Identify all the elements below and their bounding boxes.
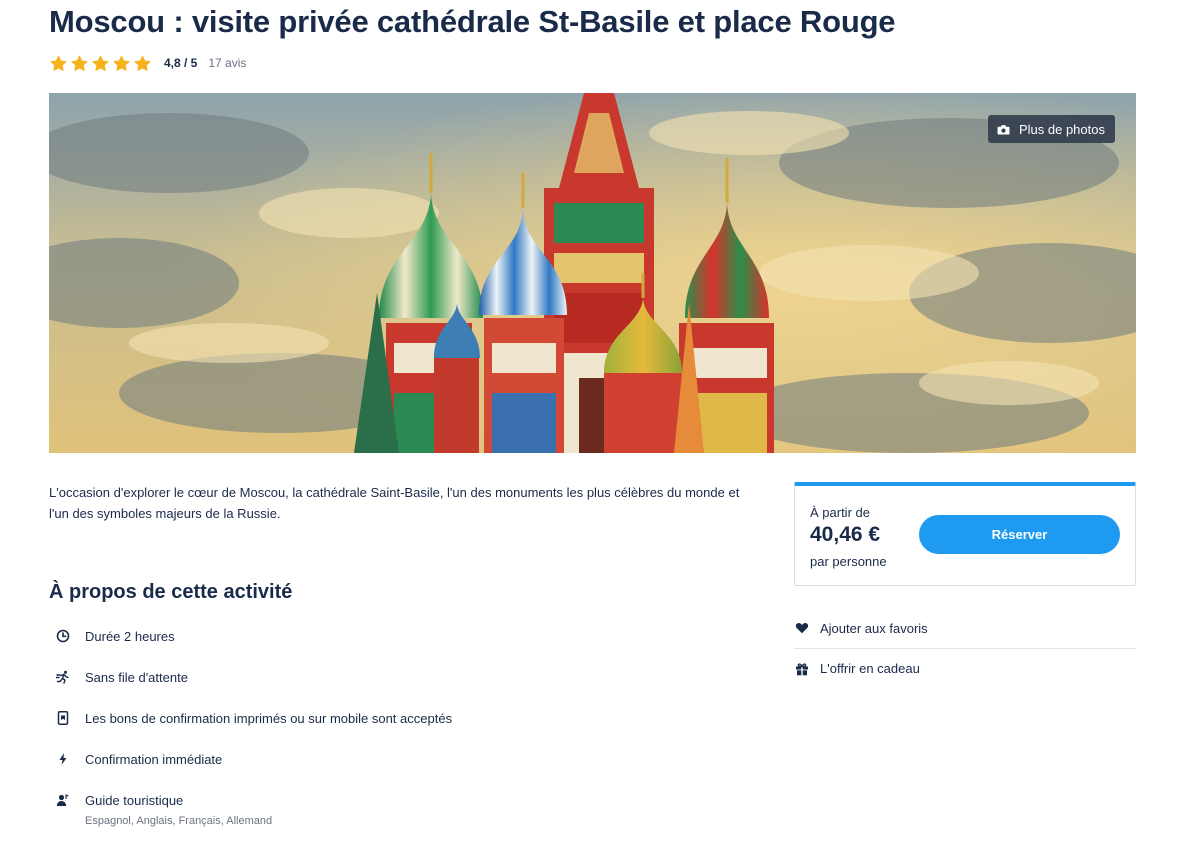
review-count-link[interactable]: 17 avis: [208, 56, 246, 70]
feature-guide: Guide touristique: [49, 788, 183, 812]
side-actions: Ajouter aux favoris L'offrir en cadeau: [794, 608, 1136, 688]
mobile-ticket-icon: [49, 710, 77, 726]
feature-skip-line: Sans file d'attente: [49, 665, 188, 689]
gift-icon: [796, 662, 808, 675]
star-icon: [71, 54, 88, 71]
running-person-icon: [49, 669, 77, 685]
guide-icon: [49, 792, 77, 808]
more-photos-button[interactable]: Plus de photos: [987, 115, 1115, 143]
star-icon: [50, 54, 67, 71]
star-icon: [92, 54, 109, 71]
price-amount: 40,46 €: [810, 523, 881, 546]
feature-instant-confirmation: Confirmation immédiate: [49, 747, 222, 771]
activity-description: L'occasion d'explorer le cœur de Moscou,…: [49, 485, 740, 521]
price-from-label: À partir de: [810, 505, 870, 520]
page-title: Moscou : visite privée cathédrale St-Bas…: [49, 4, 896, 39]
star-icon: [134, 54, 151, 71]
star-rating: [49, 54, 152, 73]
reserve-button[interactable]: Réserver: [919, 515, 1120, 554]
rating: 4,8 / 5 17 avis: [49, 53, 246, 73]
price-per-person-label: par personne: [810, 554, 887, 569]
feature-duration: Durée 2 heures: [49, 624, 175, 648]
heart-icon: [795, 622, 809, 634]
guide-languages: Espagnol, Anglais, Français, Allemand: [85, 815, 273, 827]
gift-button[interactable]: L'offrir en cadeau: [794, 648, 1136, 688]
booking-card: À partir de 40,46 € par personne Réserve…: [794, 482, 1136, 586]
lightning-icon: [49, 751, 77, 767]
clock-icon: [49, 628, 77, 644]
rating-value: 4,8 / 5: [164, 56, 198, 70]
cathedral-photo: [49, 93, 1136, 453]
add-to-favorites-button[interactable]: Ajouter aux favoris: [794, 608, 1136, 648]
hero-image[interactable]: Plus de photos: [49, 93, 1136, 453]
camera-icon: [997, 124, 1010, 135]
feature-mobile-voucher: Les bons de confirmation imprimés ou sur…: [49, 706, 452, 730]
more-photos-label: Plus de photos: [1018, 121, 1105, 137]
star-icon: [113, 54, 130, 71]
about-section-title: À propos de cette activité: [49, 581, 293, 603]
